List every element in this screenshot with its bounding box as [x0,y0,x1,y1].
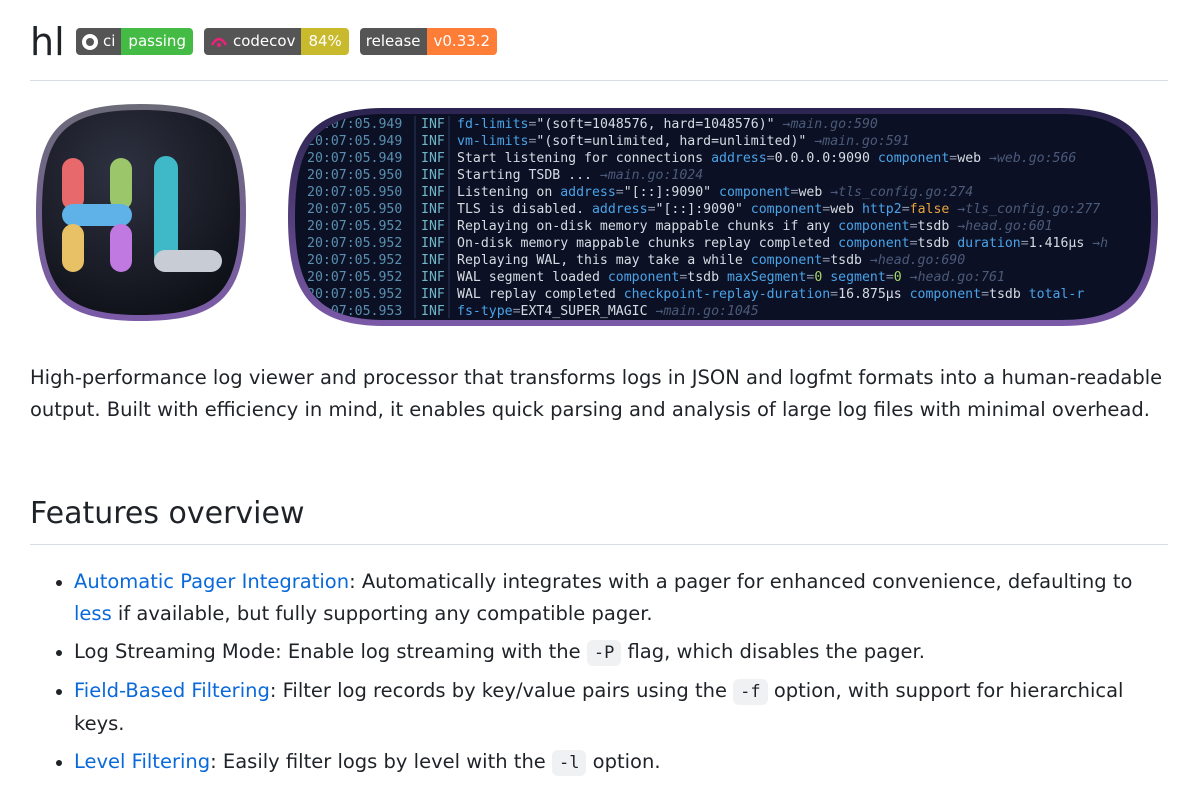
log-level: INF [421,185,445,200]
log-level: INF [421,168,445,183]
codecov-badge-value: 84% [301,28,349,55]
log-level: INF [421,117,445,132]
log-message: Replaying on-disk memory mappable chunks… [457,219,1053,234]
project-description: High-performance log viewer and processo… [30,366,1163,421]
log-timestamp: 20:07:05.950 [307,202,402,217]
log-timestamp: 20:07:05.952 [307,253,402,268]
list-item: Level Filtering: Easily filter logs by l… [30,746,1170,779]
codecov-badge[interactable]: codecov 84% [203,28,349,55]
log-timestamp: 20:07:05.952 [307,270,402,285]
list-item-text: option. [586,750,661,773]
list-item: Log Streaming Mode: Enable log streaming… [30,636,1170,669]
log-message: WAL segment loaded component=tsdb maxSeg… [457,270,1005,285]
hl-logo [36,104,246,321]
page-title: hl [30,20,65,64]
field-filtering-link[interactable]: Field-Based Filtering [74,679,270,702]
log-timestamp: 20:07:05.952 [307,219,402,234]
features-list: Automatic Pager Integration: Automatical… [30,566,1170,785]
logo-bar-yellow [62,224,84,272]
log-message: Replaying WAL, this may take a while com… [457,253,965,268]
inline-code: -l [552,750,587,776]
features-heading-text: Features overview [30,496,305,531]
log-level: INF [421,253,445,268]
pager-integration-link[interactable]: Automatic Pager Integration [74,570,349,593]
list-item-text: : Filter log records by key/value pairs … [269,679,734,702]
level-filtering-link[interactable]: Level Filtering [74,750,210,773]
ci-badge[interactable]: ci passing [76,28,193,55]
log-message: Start listening for connections address=… [457,151,1076,166]
list-item-text: if available, but fully supporting any c… [111,602,653,625]
inline-code: -f [733,679,768,705]
release-badge-value: v0.33.2 [426,28,498,55]
ci-badge-label: ci [103,32,116,50]
log-message: On-disk memory mappable chunks replay co… [457,236,1108,251]
log-timestamp: 20:07:05.950 [307,185,402,200]
log-message: Starting TSDB ... →main.go:1024 [457,168,703,183]
list-item: Field-Based Filtering: Filter log record… [30,675,1170,740]
log-timestamp: 20:07:05.952 [307,236,402,251]
logo-bar-purple [110,224,132,272]
log-message: fs-type=EXT4_SUPER_MAGIC →main.go:1045 [457,304,759,319]
release-badge-label: release [365,32,421,50]
list-item-text: flag, which disables the pager. [621,640,925,663]
codecov-icon [210,37,228,47]
readme-header: hl ci passing codecov 84% release v0.33.… [30,20,1168,81]
log-level: INF [421,219,445,234]
log-level: INF [421,151,445,166]
log-level: INF [421,202,445,217]
log-level: INF [421,270,445,285]
log-timestamp: 20:07:05.949 [307,134,402,149]
log-message: TLS is disabled. address="[::]:9090" com… [457,202,1100,217]
logo-bar-red [62,158,84,210]
list-item-text: : Easily filter logs by level with the [210,750,552,773]
log-timestamp: 20:07:05.952 [307,287,402,302]
list-item-text: : Automatically integrates with a pager … [349,570,1133,593]
badge-row: ci passing codecov 84% release v0.33.2 [76,28,498,55]
terminal-screenshot: 20:07:05.949 INF fd-limits="(soft=1048576,… [288,108,1158,326]
log-message: WAL replay completed checkpoint-replay-d… [457,287,1084,302]
log-timestamp: 20:07:05.949 [307,151,402,166]
logo-bar-green [110,158,132,210]
log-timestamp: 20:07:05.950 [307,168,402,183]
github-icon [82,33,98,50]
codecov-badge-label: codecov [232,32,296,50]
log-level: INF [421,287,445,302]
logo-bar-grey [154,250,222,272]
log-message: fd-limits="(soft=1048576, hard=1048576)"… [457,117,878,132]
log-message: Listening on address="[::]:9090" compone… [457,185,973,200]
inline-code: -P [586,640,622,666]
less-link[interactable]: less [74,602,112,625]
log-message: vm-limits="(soft=unlimited, hard=unlimit… [457,134,910,149]
log-level: INF [421,304,445,319]
release-badge[interactable]: release v0.33.2 [359,28,498,55]
list-item: Automatic Pager Integration: Automatical… [30,566,1170,630]
ci-badge-value: passing [121,28,193,55]
list-item-text: Log Streaming Mode: Enable log streaming… [74,640,587,663]
logo-bar-blue [62,204,132,226]
features-heading: Features overview [30,492,1168,545]
log-level: INF [421,236,445,251]
log-level: INF [421,134,445,149]
